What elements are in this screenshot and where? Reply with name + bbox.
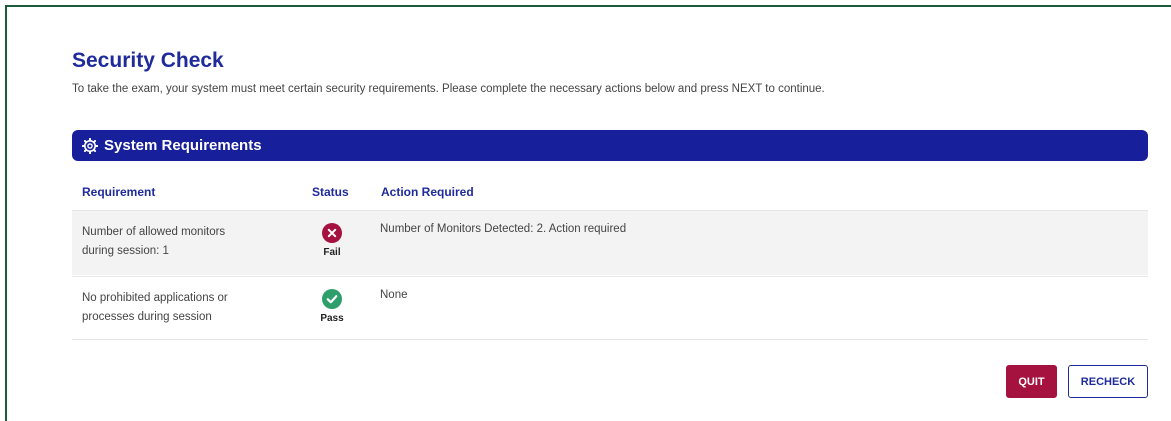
requirement-text-line: during session: 1 (82, 245, 169, 257)
status-label: Pass (320, 313, 344, 324)
status-label: Fail (323, 247, 341, 258)
requirement-text-line: processes during session (82, 311, 212, 323)
requirement-text-line: Number of allowed monitors (82, 226, 226, 238)
quit-button[interactable]: QUIT (1006, 365, 1057, 398)
action-required-cell: None (380, 289, 408, 301)
page-title: Security Check (72, 49, 224, 72)
section-title: System Requirements (104, 137, 262, 154)
recheck-button[interactable]: RECHECK (1068, 365, 1148, 398)
column-header-requirement: Requirement (82, 185, 156, 199)
column-header-action-required: Action Required (381, 185, 474, 199)
gear-icon (82, 137, 98, 154)
status-cell: Fail (304, 223, 360, 258)
page-instructions: To take the exam, your system must meet … (72, 83, 825, 95)
table-row: Number of allowed monitors during sessio… (72, 210, 1148, 275)
requirement-text-line: No prohibited applications or (82, 292, 228, 304)
system-requirements-header: System Requirements (72, 130, 1148, 161)
status-cell: Pass (304, 289, 360, 324)
column-header-status: Status (312, 185, 349, 199)
pass-check-icon (322, 289, 342, 309)
fail-x-icon (322, 223, 342, 243)
table-row: No prohibited applications or processes … (72, 276, 1148, 340)
action-required-cell: Number of Monitors Detected: 2. Action r… (380, 223, 627, 235)
requirement-cell: Number of allowed monitors during sessio… (82, 223, 282, 261)
requirement-cell: No prohibited applications or processes … (82, 289, 282, 327)
